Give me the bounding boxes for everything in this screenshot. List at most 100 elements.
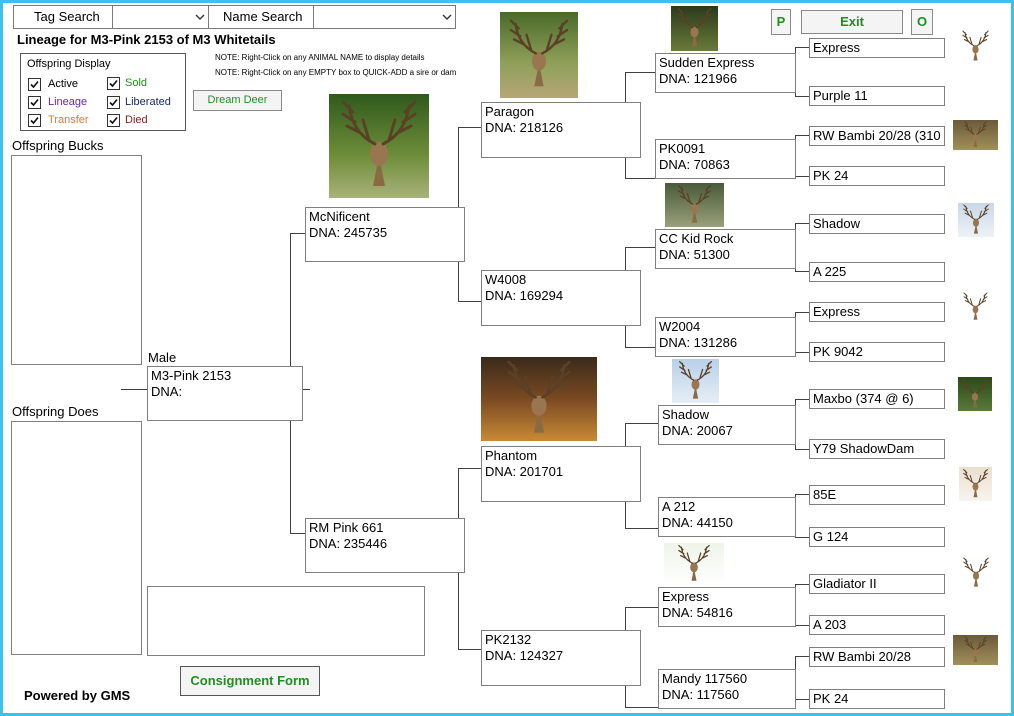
pedigree-node-gen4[interactable]: Maxbo (374 @ 6) [809, 389, 945, 409]
deer-photo-express-right-2 [953, 291, 998, 323]
animal-name[interactable]: Paragon [485, 104, 637, 120]
tag-search-combo[interactable]: Tag Search [13, 5, 209, 29]
note-right-click-empty: NOTE: Right-Click on any EMPTY box to QU… [215, 68, 457, 77]
pedigree-node-gen4[interactable]: Express [809, 302, 945, 322]
deer-icon [962, 378, 988, 409]
animal-dna: DNA: 51300 [659, 247, 730, 262]
chevron-down-icon[interactable] [439, 6, 455, 28]
chevron-down-icon[interactable] [192, 6, 208, 28]
pedigree-node-gen3[interactable]: PK0091 DNA: 70863 [655, 139, 796, 179]
deer-photo-express-right [953, 29, 998, 64]
deer-photo-shadow [672, 359, 719, 403]
offspring-does-list[interactable] [11, 421, 142, 655]
dream-deer-label: Dream Deer [207, 94, 268, 106]
animal-name[interactable]: PK0091 [659, 141, 792, 157]
pedigree-node-gen4[interactable]: PK 9042 [809, 342, 945, 362]
animal-dna: DNA: 20067 [662, 423, 733, 438]
pedigree-node-gen4[interactable]: Gladiator II [809, 574, 945, 594]
pedigree-node-gen3[interactable]: Sudden Express DNA: 121966 [655, 53, 796, 93]
exit-button-label: Exit [840, 14, 864, 29]
pedigree-node-gen2[interactable]: W4008 DNA: 169294 [481, 270, 641, 326]
pedigree-node-gen4[interactable]: PK 24 [809, 166, 945, 186]
pedigree-node-gen4[interactable]: Y79 ShadowDam [809, 439, 945, 459]
pedigree-node-gen2[interactable]: Paragon DNA: 218126 [481, 102, 641, 158]
pedigree-node-gen4[interactable]: Purple 11 [809, 86, 945, 106]
deer-photo-shadow-right [958, 203, 994, 237]
sire-node[interactable]: McNificent DNA: 245735 [305, 207, 465, 262]
checkmark-icon [109, 116, 118, 125]
animal-name[interactable]: M3-Pink 2153 [151, 368, 299, 384]
animal-dna: DNA: 124327 [485, 648, 564, 663]
deer-photo-gladiator [959, 556, 993, 590]
pedigree-node-gen2[interactable]: Phantom DNA: 201701 [481, 446, 641, 502]
animal-dna: DNA: 117560 [662, 687, 740, 702]
pedigree-node-gen3[interactable]: CC Kid Rock DNA: 51300 [655, 229, 796, 269]
deer-icon [964, 121, 987, 148]
animal-name[interactable]: Shadow [662, 407, 792, 423]
p-button-label: P [776, 14, 786, 29]
pedigree-node-gen4[interactable]: PK 24 [809, 689, 945, 709]
deer-photo-rw-bambi [953, 120, 998, 150]
pedigree-node-gen4[interactable]: 85E [809, 485, 945, 505]
offspring-display-group: Offspring Display Active Sold Lineage Li… [20, 53, 186, 131]
exit-button[interactable]: Exit [801, 10, 903, 34]
deer-icon [964, 636, 987, 663]
deer-icon [341, 100, 417, 188]
animal-name[interactable]: W4008 [485, 272, 637, 288]
dam-node[interactable]: RM Pink 661 DNA: 235446 [305, 518, 465, 573]
animal-name[interactable]: RM Pink 661 [309, 520, 461, 536]
dream-deer-button[interactable]: Dream Deer [193, 90, 282, 111]
pedigree-node-gen4[interactable]: Express [809, 38, 945, 58]
pedigree-node-gen4[interactable]: G 124 [809, 527, 945, 547]
animal-name[interactable]: A 212 [662, 499, 792, 515]
offspring-does-label: Offspring Does [12, 404, 99, 419]
pedigree-node-gen4[interactable]: A 225 [809, 262, 945, 282]
animal-name[interactable]: CC Kid Rock [659, 231, 792, 247]
subject-node[interactable]: M3-Pink 2153 DNA: [147, 366, 303, 421]
name-search-label: Name Search [223, 9, 303, 24]
pedigree-node-gen3[interactable]: Mandy 117560 DNA: 117560 [658, 669, 796, 709]
deer-icon [962, 30, 989, 62]
animal-dna: DNA: 235446 [309, 536, 388, 551]
pedigree-node-gen3[interactable]: Shadow DNA: 20067 [658, 405, 796, 445]
animal-dna: DNA: 169294 [485, 288, 564, 303]
checkmark-icon [30, 80, 39, 89]
pedigree-node-gen3[interactable]: A 212 DNA: 44150 [658, 497, 796, 537]
checkbox-label: Died [125, 114, 148, 126]
animal-name[interactable]: Phantom [485, 448, 637, 464]
animal-name[interactable]: Sudden Express [659, 55, 792, 71]
deer-photo-rw-bambi-2 [953, 635, 998, 665]
animal-name[interactable]: Express [662, 589, 792, 605]
animal-name[interactable]: W2004 [659, 319, 792, 335]
pedigree-node-gen3[interactable]: Express DNA: 54816 [658, 587, 796, 627]
animal-dna: DNA: 218126 [485, 120, 564, 135]
checkmark-icon [30, 98, 39, 107]
deer-photo-express [664, 543, 724, 585]
offspring-bucks-list[interactable] [11, 155, 142, 365]
subject-sex-label: Male [148, 350, 177, 365]
name-search-combo[interactable]: Name Search [208, 5, 456, 29]
pedigree-node-gen4[interactable]: Shadow [809, 214, 945, 234]
deer-photo-sudden-express [671, 6, 718, 51]
pedigree-node-gen4[interactable]: RW Bambi 20/28 [809, 647, 945, 667]
pedigree-node-gen4[interactable]: RW Bambi 20/28 (310 [809, 126, 945, 146]
animal-dna: DNA: 44150 [662, 515, 733, 530]
deer-photo-paragon [500, 12, 578, 98]
consignment-form-button[interactable]: Consignment Form [180, 666, 320, 696]
p-button[interactable]: P [771, 9, 791, 35]
animal-name[interactable]: Mandy 117560 [662, 671, 792, 687]
animal-dna: DNA: 131286 [659, 335, 738, 350]
consignment-form-label: Consignment Form [190, 673, 310, 688]
pedigree-node-gen2[interactable]: PK2132 DNA: 124327 [481, 630, 641, 686]
animal-dna: DNA: 245735 [309, 225, 388, 240]
deer-icon [677, 184, 712, 224]
pedigree-node-gen4[interactable]: A 203 [809, 615, 945, 635]
checkbox-label: Transfer [48, 114, 89, 126]
o-button[interactable]: O [911, 9, 933, 35]
animal-name[interactable]: PK2132 [485, 632, 637, 648]
pedigree-node-gen3[interactable]: W2004 DNA: 131286 [655, 317, 796, 357]
notes-box[interactable] [147, 586, 425, 656]
animal-name[interactable]: McNificent [309, 209, 461, 225]
deer-icon [509, 19, 569, 88]
o-button-label: O [916, 14, 928, 29]
